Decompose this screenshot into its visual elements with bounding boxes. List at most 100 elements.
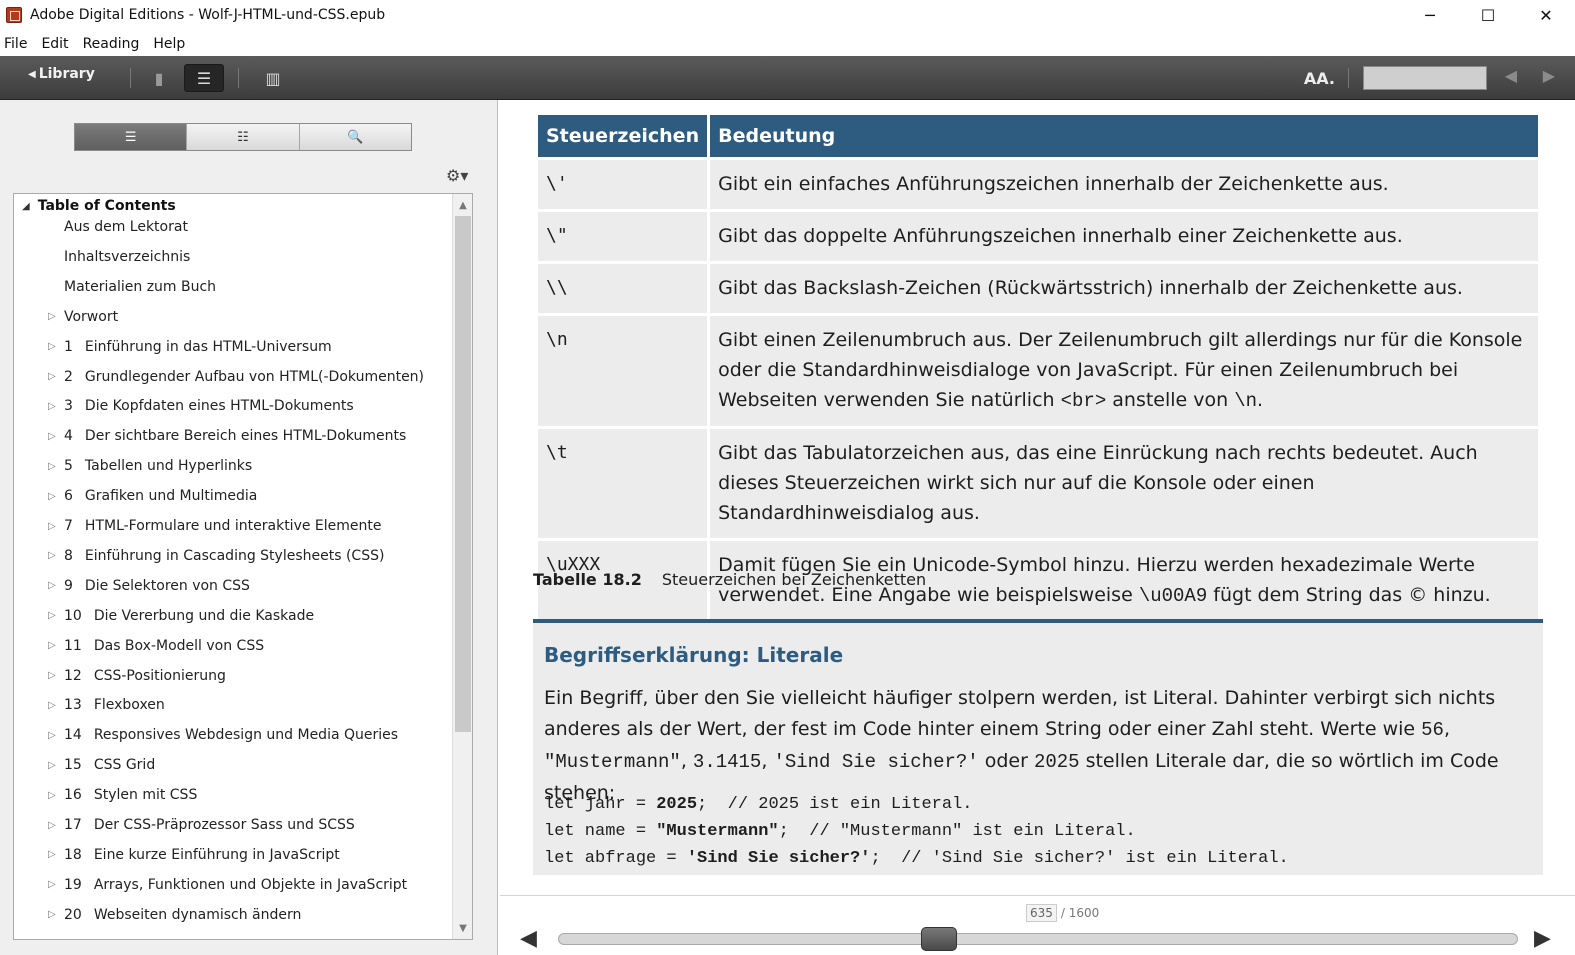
expand-icon[interactable]: ▷ [48, 760, 62, 771]
toc-root[interactable]: ◢ Table of Contents [22, 198, 176, 214]
page-slider[interactable] [558, 933, 1518, 945]
expand-icon[interactable]: ▷ [48, 341, 62, 352]
toc-scrollbar[interactable]: ▲ ▼ [452, 194, 472, 939]
escape-code: \\ [538, 264, 708, 313]
toc-item[interactable]: ▷ 12 CSS-Positionierung [14, 665, 226, 687]
toc-item[interactable]: ▷ 9 Die Selektoren von CSS [14, 575, 250, 597]
minimize-button[interactable]: ─ [1401, 0, 1459, 30]
expand-icon[interactable]: ▷ [48, 461, 62, 472]
toc-item-label: CSS Grid [93, 757, 156, 774]
expand-icon[interactable]: ▷ [48, 491, 62, 502]
toc-item-number: 7 [64, 518, 73, 534]
toc-item[interactable]: ▷ 10 Die Vererbung und die Kaskade [14, 605, 314, 627]
page-slider-thumb[interactable] [921, 927, 958, 951]
escape-code: \" [538, 212, 708, 261]
gear-icon[interactable]: ⚙▾ [446, 166, 468, 185]
scroll-up-icon[interactable]: ▲ [453, 196, 472, 214]
menu-bar: File Edit Reading Help [0, 32, 195, 56]
toc-tab-icon[interactable]: ☰ [75, 124, 188, 150]
toc-item[interactable]: ▷ 17 Der CSS-Präprozessor Sass und SCSS [14, 814, 355, 836]
escape-description: Gibt ein einfaches Anführungszeichen inn… [710, 160, 1538, 209]
library-button[interactable]: ◀ Library [28, 66, 95, 82]
toc-item[interactable]: ▷ 6 Grafiken und Multimedia [14, 485, 257, 507]
escape-table: Steuerzeichen Bedeutung \' Gibt ein einfa… [535, 112, 1541, 624]
toolbar: ◀ Library ▮ ☰ ▥ AA. ◀ ▶ [0, 56, 1575, 100]
scroll-thumb[interactable] [455, 216, 471, 732]
total-pages: / 1600 [1060, 906, 1100, 920]
current-page[interactable]: 635 [1026, 904, 1057, 922]
expand-icon[interactable]: ▷ [48, 550, 62, 561]
bookmark-icon[interactable]: ▮ [150, 64, 168, 92]
page-navigation: 635 / 1600 ◀ ▶ [500, 895, 1575, 955]
toc-item-label: Aus dem Lektorat [64, 219, 188, 235]
menu-help[interactable]: Help [149, 36, 189, 52]
toc-item[interactable]: ▷ 16 Stylen mit CSS [14, 784, 197, 806]
expand-icon[interactable]: ▷ [48, 371, 62, 382]
toc-item[interactable]: ▷ 7 HTML-Formulare und interaktive Element… [14, 515, 382, 537]
toc-item[interactable]: Inhaltsverzeichnis [14, 246, 190, 268]
toc-item[interactable]: ▷ 4 Der sichtbare Bereich eines HTML-Dokum… [14, 425, 406, 447]
toc-item-label: Das Box-Modell von CSS [93, 637, 265, 654]
code-block: let jahr = 2025; // 2025 ist ein Literal… [544, 791, 1289, 872]
toc-item[interactable]: ▷ 5 Tabellen und Hyperlinks [14, 455, 252, 477]
stats-icon[interactable]: ▥ [260, 64, 286, 92]
escape-code: \' [538, 160, 708, 209]
maximize-button[interactable]: ☐ [1459, 0, 1517, 30]
toc-item[interactable]: ▷ 3 Die Kopfdaten eines HTML-Dokuments [14, 395, 354, 417]
toc-item[interactable]: ▷ Vorwort [14, 306, 118, 328]
expand-icon[interactable]: ▷ [48, 521, 62, 532]
toc-item-label: Arrays, Funktionen und Objekte in JavaSc… [93, 876, 408, 893]
toc-view-icon[interactable]: ☰ [184, 64, 224, 92]
toc-item[interactable]: ▷ 2 Grundlegender Aufbau von HTML(-Dokumen… [14, 366, 424, 388]
expand-icon[interactable]: ▷ [48, 640, 62, 651]
expand-icon[interactable]: ▷ [48, 700, 62, 711]
page-input[interactable] [1363, 66, 1487, 90]
toc-item[interactable]: Aus dem Lektorat [14, 216, 188, 238]
close-button[interactable]: ✕ [1517, 0, 1575, 30]
expand-icon[interactable]: ▷ [48, 311, 62, 322]
toc-item[interactable]: ▷ 13 Flexboxen [14, 694, 165, 716]
toc-item[interactable]: ▷ 20 Webseiten dynamisch ändern [14, 904, 301, 926]
toc-item-number: 18 [64, 846, 82, 863]
expand-icon[interactable]: ▷ [48, 580, 62, 591]
escape-description: Gibt das Backslash-Zeichen (Rückwärtsstr… [710, 264, 1538, 313]
toc-item-number: 19 [64, 876, 82, 893]
table-row: \' Gibt ein einfaches Anführungszeichen i… [538, 160, 1538, 209]
toc-item[interactable]: Materialien zum Buch [14, 276, 216, 298]
prev-page-icon[interactable]: ◀ [1505, 66, 1517, 85]
menu-file[interactable]: File [0, 36, 31, 52]
font-size-icon[interactable]: AA. [1304, 64, 1335, 92]
bookmarks-tab-icon[interactable]: ☷ [187, 124, 300, 150]
expand-icon[interactable]: ▷ [48, 790, 62, 801]
toc-item[interactable]: ▷ 11 Das Box-Modell von CSS [14, 635, 264, 657]
next-page-arrow-icon[interactable]: ▶ [1534, 926, 1551, 951]
table-row: \t Gibt das Tabulatorzeichen aus, das ein… [538, 429, 1538, 538]
collapse-icon[interactable]: ◢ [22, 201, 30, 212]
window-controls: ─ ☐ ✕ [1401, 0, 1575, 30]
expand-icon[interactable]: ▷ [48, 610, 62, 621]
expand-icon[interactable]: ▷ [48, 431, 62, 442]
toc-item[interactable]: ▷ 14 Responsives Webdesign und Media Queri… [14, 724, 398, 746]
toc-item[interactable]: ▷ 18 Eine kurze Einführung in JavaScript [14, 844, 340, 866]
expand-icon[interactable]: ▷ [48, 820, 62, 831]
back-arrow-icon: ◀ [28, 68, 36, 80]
toc-item[interactable]: ▷ 15 CSS Grid [14, 754, 155, 776]
search-tab-icon[interactable]: 🔍 [299, 124, 411, 150]
menu-edit[interactable]: Edit [37, 36, 72, 52]
toc-item-label: Der sichtbare Bereich eines HTML-Dokumen… [84, 428, 407, 445]
toc-item-label: Der CSS-Präprozessor Sass und SCSS [93, 817, 355, 833]
next-page-icon[interactable]: ▶ [1543, 66, 1555, 85]
menu-reading[interactable]: Reading [79, 36, 144, 52]
toc-item[interactable]: ▷ 19 Arrays, Funktionen und Objekte in Jav… [14, 874, 407, 896]
expand-icon[interactable]: ▷ [48, 879, 62, 890]
scroll-down-icon[interactable]: ▼ [453, 919, 472, 937]
expand-icon[interactable]: ▷ [48, 670, 62, 681]
toc-item[interactable]: ▷ 8 Einführung in Cascading Stylesheets (C… [14, 545, 384, 567]
expand-icon[interactable]: ▷ [48, 849, 62, 860]
expand-icon[interactable]: ▷ [48, 909, 62, 920]
expand-icon[interactable]: ▷ [48, 401, 62, 412]
expand-icon[interactable]: ▷ [48, 730, 62, 741]
toc-item-label: HTML-Formulare und interaktive Elemente [84, 518, 382, 534]
prev-page-arrow-icon[interactable]: ◀ [520, 926, 537, 951]
toc-item[interactable]: ▷ 1 Einführung in das HTML-Universum [14, 336, 332, 358]
